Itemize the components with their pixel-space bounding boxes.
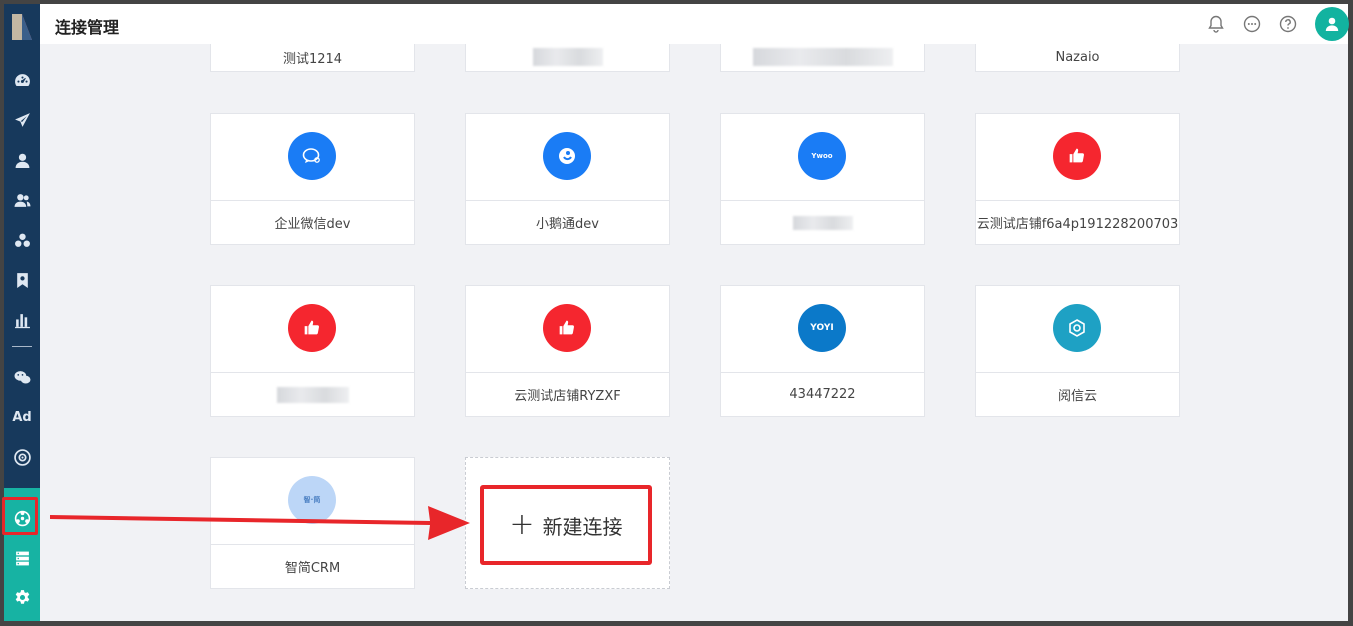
plus-icon: + — [509, 507, 535, 542]
user-avatar-icon[interactable] — [1315, 7, 1349, 41]
connection-card[interactable]: 小鹅通dev — [465, 113, 670, 245]
top-header: 连接管理 — [40, 4, 1349, 44]
bookmark-icon[interactable] — [4, 266, 40, 294]
yuexin-logo-icon — [1053, 304, 1101, 352]
new-connection-label: 新建连接 — [542, 514, 623, 539]
active-nav-highlight — [2, 497, 38, 535]
dashboard-icon[interactable] — [4, 66, 40, 94]
connection-card[interactable]: 企业微信dev — [210, 113, 415, 245]
users-icon[interactable] — [4, 186, 40, 214]
connection-card[interactable]: YOYI 43447222 — [720, 285, 925, 417]
annotation-arrow — [50, 506, 470, 540]
ywoo-logo-icon: Ywoo — [798, 132, 846, 180]
page-title: 连接管理 — [55, 18, 120, 37]
connection-name: 小鹅通dev — [536, 217, 599, 232]
connection-card[interactable] — [465, 44, 670, 72]
new-connection-highlight: + 新建连接 — [480, 485, 652, 565]
connection-name: 企业微信dev — [274, 217, 351, 232]
connection-name-redacted — [721, 44, 924, 71]
connection-name: 阅信云 — [1057, 389, 1097, 404]
connection-card[interactable] — [720, 44, 925, 72]
app-logo[interactable] — [10, 12, 34, 42]
wecom-logo-icon — [288, 132, 336, 180]
youzan-thumb-icon — [543, 304, 591, 352]
xiaoetong-logo-icon — [543, 132, 591, 180]
yoyi-logo-icon: YOYI — [798, 304, 846, 352]
youzan-thumb-icon — [1053, 132, 1101, 180]
connection-name-redacted — [211, 372, 414, 417]
connection-card[interactable]: Ywoo — [720, 113, 925, 245]
new-connection-card[interactable]: + 新建连接 — [465, 457, 670, 589]
send-icon[interactable] — [4, 106, 40, 134]
bell-icon[interactable] — [1206, 14, 1226, 34]
connection-card[interactable]: 云测试店铺f6a4p191228200703 — [975, 113, 1180, 245]
connection-name-redacted — [466, 44, 669, 71]
connection-card[interactable]: 阅信云 — [975, 285, 1180, 417]
ad-nav-item[interactable]: Ad — [4, 403, 40, 431]
segments-icon[interactable] — [4, 226, 40, 254]
server-icon[interactable] — [4, 544, 40, 572]
connection-name-redacted — [721, 200, 924, 245]
connection-card[interactable]: 测试1214 — [210, 44, 415, 72]
bar-chart-icon[interactable] — [4, 306, 40, 334]
connection-name: 测试1214 — [282, 51, 343, 67]
connection-name: Nazaio — [1055, 49, 1100, 65]
connection-card[interactable] — [210, 285, 415, 417]
user-icon[interactable] — [4, 146, 40, 174]
chat-icon[interactable] — [1242, 14, 1262, 34]
ad-label: Ad — [12, 409, 32, 425]
connection-name: 云测试店铺RYZXF — [514, 389, 621, 404]
connection-card[interactable]: Nazaio — [975, 44, 1180, 72]
gear-icon[interactable] — [4, 583, 40, 611]
help-icon[interactable] — [1278, 14, 1298, 34]
connection-name: 云测试店铺f6a4p191228200703 — [976, 217, 1179, 232]
connection-name: 智简CRM — [284, 561, 341, 576]
connection-name: 43447222 — [789, 387, 856, 402]
wechat-icon[interactable] — [4, 363, 40, 391]
connection-card[interactable]: 云测试店铺RYZXF — [465, 285, 670, 417]
new-connection-button[interactable]: + 新建连接 — [509, 510, 622, 540]
nav-divider — [12, 346, 32, 347]
youzan-thumb-icon — [288, 304, 336, 352]
target-icon[interactable] — [4, 443, 40, 471]
